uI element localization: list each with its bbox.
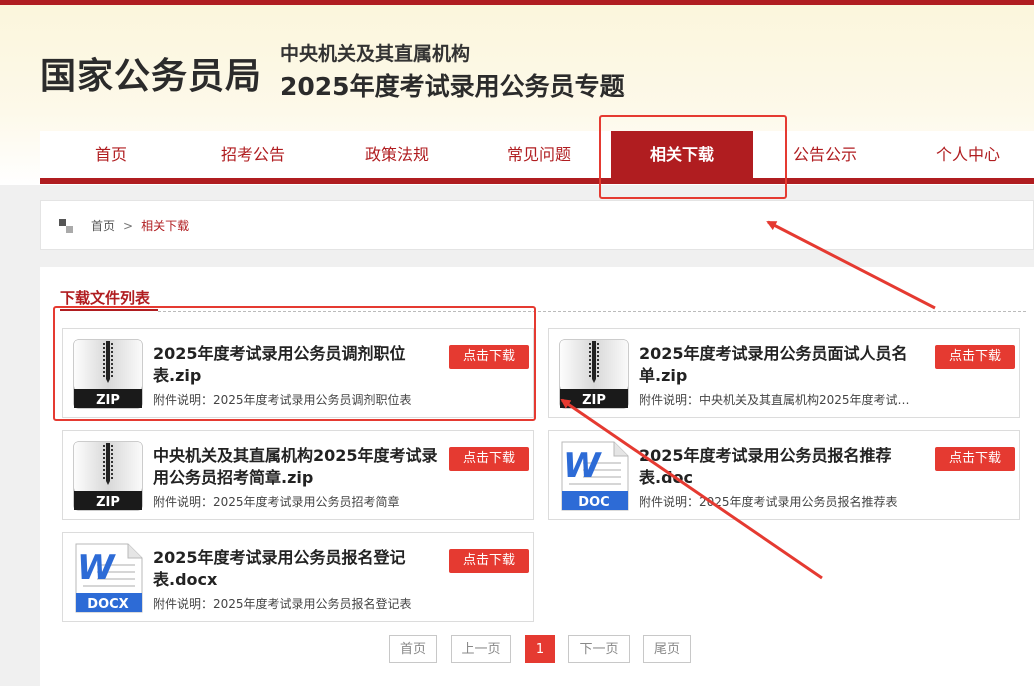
svg-text:ZIP: ZIP	[582, 393, 606, 408]
docx-file-icon: W DOCX	[73, 543, 143, 613]
file-card: ZIP 2025年度考试录用公务员面试人员名单.zip 附件说明：中央机关及其直…	[548, 328, 1020, 418]
breadcrumb-trail: 首页 > 相关下载	[91, 217, 189, 234]
svg-text:W: W	[563, 446, 602, 486]
file-title[interactable]: 2025年度考试录用公务员报名登记表.docx	[153, 547, 438, 591]
svg-text:DOC: DOC	[578, 495, 609, 510]
breadcrumb: 首页 > 相关下载	[40, 200, 1034, 250]
breadcrumb-home-link[interactable]: 首页	[91, 219, 115, 233]
header-subtitle-topic: 2025年度考试录用公务员专题	[280, 72, 625, 101]
file-card: W DOCX 2025年度考试录用公务员报名登记表.docx 附件说明：2025…	[62, 532, 534, 622]
zip-file-icon: ZIP	[73, 441, 143, 511]
annotation-highlight-card	[53, 306, 536, 421]
file-card: ZIP 中央机关及其直属机构2025年度考试录用公务员招考简章.zip 附件说明…	[62, 430, 534, 520]
file-description: 附件说明：2025年度考试录用公务员招考简章	[153, 495, 400, 509]
header-subtitle-agency: 中央机关及其直属机构	[280, 43, 471, 65]
download-button[interactable]: 点击下载	[935, 345, 1015, 369]
site-title[interactable]: 国家公务员局	[40, 47, 262, 99]
file-title[interactable]: 2025年度考试录用公务员面试人员名单.zip	[639, 343, 924, 387]
file-description: 附件说明：2025年度考试录用公务员报名登记表	[153, 597, 412, 611]
section-title: 下载文件列表	[60, 289, 151, 307]
nav-item-announcements[interactable]: 招考公告	[182, 131, 324, 178]
breadcrumb-current: 相关下载	[141, 219, 190, 233]
pagination-next[interactable]: 下一页	[568, 635, 630, 663]
download-button[interactable]: 点击下载	[449, 549, 529, 573]
download-button[interactable]: 点击下载	[449, 447, 529, 471]
file-description: 附件说明：中央机关及其直属机构2025年度考试录用公务员面试人员名单	[639, 393, 919, 407]
breadcrumb-separator: >	[123, 219, 134, 233]
breadcrumb-icon	[59, 219, 73, 233]
file-description: 附件说明：2025年度考试录用公务员报名推荐表	[639, 495, 898, 509]
pagination-first[interactable]: 首页	[389, 635, 437, 663]
main-nav: 首页 招考公告 政策法规 常见问题 相关下载 公告公示 个人中心	[40, 131, 1034, 184]
file-title[interactable]: 2025年度考试录用公务员报名推荐表.doc	[639, 445, 924, 489]
doc-file-icon: W DOC	[559, 441, 629, 511]
nav-item-personal-center[interactable]: 个人中心	[897, 131, 1034, 178]
zip-file-icon: ZIP	[559, 339, 629, 409]
pagination-prev[interactable]: 上一页	[451, 635, 511, 663]
download-button[interactable]: 点击下载	[935, 447, 1015, 471]
pagination-current-page[interactable]: 1	[525, 635, 555, 663]
svg-text:DOCX: DOCX	[87, 597, 128, 612]
svg-text:W: W	[77, 548, 116, 588]
nav-item-policies[interactable]: 政策法规	[326, 131, 468, 178]
nav-item-home[interactable]: 首页	[40, 131, 182, 178]
annotation-highlight-nav	[599, 115, 787, 199]
nav-item-faq[interactable]: 常见问题	[468, 131, 610, 178]
file-title[interactable]: 中央机关及其直属机构2025年度考试录用公务员招考简章.zip	[153, 445, 438, 489]
svg-text:ZIP: ZIP	[96, 495, 120, 510]
file-card: W DOC 2025年度考试录用公务员报名推荐表.doc 附件说明：2025年度…	[548, 430, 1020, 520]
pagination-last[interactable]: 尾页	[643, 635, 691, 663]
